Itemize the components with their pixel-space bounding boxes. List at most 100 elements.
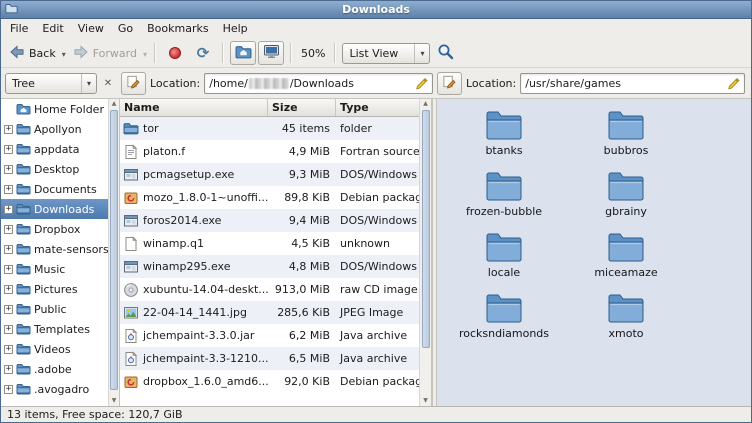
expander-icon[interactable]: + [4, 225, 13, 234]
game-folder-rocksndiamonds[interactable]: rocksndiamonds [443, 292, 565, 353]
file-row-foros2014-exe[interactable]: foros2014.exe9,4 MiBDOS/Windows ex [120, 209, 419, 232]
expander-icon[interactable]: + [4, 145, 13, 154]
sidebar-item-public[interactable]: +Public [1, 299, 108, 319]
folder-icon [607, 109, 645, 143]
file-row-winamp-q1[interactable]: winamp.q14,5 KiBunknown [120, 232, 419, 255]
scrollbar-thumb[interactable] [110, 110, 118, 390]
edit-location-right-button[interactable] [437, 72, 462, 95]
column-header-type[interactable]: Type [336, 99, 419, 116]
expander-icon[interactable]: + [4, 265, 13, 274]
forward-history-chevron-icon[interactable]: ▾ [143, 48, 147, 59]
sidebar-item-desktop[interactable]: +Desktop [1, 159, 108, 179]
stop-button[interactable] [162, 41, 188, 65]
sidebar-item-music[interactable]: +Music [1, 259, 108, 279]
pencil-icon[interactable] [415, 77, 428, 90]
sidebar-item-downloads[interactable]: +Downloads [1, 199, 108, 219]
close-sidebar-button[interactable]: ✕ [99, 74, 117, 92]
expander-icon[interactable]: + [4, 325, 13, 334]
folder-icon [16, 343, 31, 355]
file-row-22-04-14-1441-jpg[interactable]: 22-04-14_1441.jpg285,6 KiBJPEG Image [120, 301, 419, 324]
sidebar-item-adobe[interactable]: +.adobe [1, 359, 108, 379]
column-header-size[interactable]: Size [268, 99, 336, 116]
scrollbar-thumb[interactable] [422, 110, 430, 348]
search-button[interactable] [432, 41, 458, 65]
location-input-right[interactable]: /usr/share/games [520, 73, 745, 94]
sidebar-item-appdata[interactable]: +appdata [1, 139, 108, 159]
expander-icon[interactable]: + [4, 385, 13, 394]
back-history-chevron-icon[interactable]: ▾ [62, 48, 66, 59]
menu-view[interactable]: View [71, 19, 111, 39]
game-folder-bubbros[interactable]: bubbros [565, 109, 687, 170]
file-name: xubuntu-14.04-deskt... [143, 283, 268, 296]
sidebar-item-documents[interactable]: +Documents [1, 179, 108, 199]
game-folder-frozen-bubble[interactable]: frozen-bubble [443, 170, 565, 231]
game-folder-xmoto[interactable]: xmoto [565, 292, 687, 353]
game-folder-locale[interactable]: locale [443, 231, 565, 292]
expander-icon[interactable]: + [4, 185, 13, 194]
edit-location-left-button[interactable] [121, 72, 146, 95]
file-row-xubuntu-14-04-deskt[interactable]: xubuntu-14.04-deskt...913,0 MiBraw CD im… [120, 278, 419, 301]
scroll-up-icon[interactable]: ▲ [109, 99, 119, 109]
expander-icon[interactable]: + [4, 305, 13, 314]
file-row-platon-f[interactable]: platon.f4,9 MiBFortran source co [120, 140, 419, 163]
expander-icon[interactable]: + [4, 165, 13, 174]
column-header-name[interactable]: Name [120, 99, 268, 116]
menu-file[interactable]: File [3, 19, 35, 39]
reload-button[interactable]: ⟳ [190, 41, 216, 65]
view-mode-select[interactable]: List View ▾ [342, 43, 430, 64]
sidebar-mode-value: Tree [6, 77, 81, 90]
expander-icon[interactable]: + [4, 285, 13, 294]
file-row-mozo-1-8-0-1-unoffi[interactable]: mozo_1.8.0-1~unoffi...89,8 KiBDebian pac… [120, 186, 419, 209]
file-type: DOS/Windows ex [336, 260, 419, 273]
pencil-icon[interactable] [727, 77, 740, 90]
sidebar-item-mate-sensors[interactable]: +mate-sensors- [1, 239, 108, 259]
expander-icon[interactable]: + [4, 125, 13, 134]
file-row-pcmagsetup-exe[interactable]: pcmagsetup.exe9,3 MiBDOS/Windows ex [120, 163, 419, 186]
file-type: DOS/Windows ex [336, 214, 419, 227]
file-list-scrollbar[interactable]: ▲ ▼ [419, 99, 432, 406]
file-row-winamp295-exe[interactable]: winamp295.exe4,8 MiBDOS/Windows ex [120, 255, 419, 278]
folder-icon [485, 292, 523, 326]
game-folder-btanks[interactable]: btanks [443, 109, 565, 170]
sidebar-item-templates[interactable]: +Templates [1, 319, 108, 339]
game-folder-miceamaze[interactable]: miceamaze [565, 231, 687, 292]
menu-edit[interactable]: Edit [35, 19, 70, 39]
menu-help[interactable]: Help [216, 19, 255, 39]
jar-file-icon [123, 351, 139, 367]
sidebar-scrollbar[interactable]: ▲ ▼ [108, 99, 120, 406]
expander-icon[interactable]: + [4, 345, 13, 354]
file-row-jchempaint-3-3-1210[interactable]: jchempaint-3.3-1210...6,5 MiBJava archiv… [120, 347, 419, 370]
game-folder-gbrainy[interactable]: gbrainy [565, 170, 687, 231]
expander-icon[interactable]: + [4, 205, 13, 214]
expander-icon[interactable]: + [4, 365, 13, 374]
location-input-left[interactable]: /home//Downloads [204, 73, 433, 94]
scroll-up-icon[interactable]: ▲ [420, 99, 431, 109]
location-path: /usr/share/games [525, 77, 723, 90]
menu-go[interactable]: Go [111, 19, 140, 39]
scroll-down-icon[interactable]: ▼ [420, 396, 431, 406]
file-row-tor[interactable]: tor45 itemsfolder [120, 117, 419, 140]
sidebar-mode-select[interactable]: Tree ▾ [5, 73, 97, 94]
sidebar-item-home-folder[interactable]: Home Folder [1, 99, 108, 119]
main-area: Home Folder+Apollyon+appdata+Desktop+Doc… [1, 98, 751, 406]
home-button[interactable] [230, 41, 256, 65]
sidebar-item-pictures[interactable]: +Pictures [1, 279, 108, 299]
expander-icon[interactable]: + [4, 245, 13, 254]
file-row-jchempaint-3-3-0-jar[interactable]: jchempaint-3.3.0.jar6,2 MiBJava archive [120, 324, 419, 347]
scroll-down-icon[interactable]: ▼ [109, 396, 119, 406]
sidebar-item-videos[interactable]: +Videos [1, 339, 108, 359]
forward-button[interactable]: Forward [69, 42, 141, 65]
file-row-dropbox-1-6-0-amd6[interactable]: dropbox_1.6.0_amd6...92,0 KiBDebian pack… [120, 370, 419, 393]
file-type: Debian package [336, 375, 419, 388]
menu-bookmarks[interactable]: Bookmarks [140, 19, 215, 39]
folder-icon [16, 223, 31, 235]
sidebar-item-apollyon[interactable]: +Apollyon [1, 119, 108, 139]
titlebar[interactable]: Downloads [1, 1, 751, 19]
file-name: jchempaint-3.3-1210... [143, 352, 268, 365]
sidebar-item-dropbox[interactable]: +Dropbox [1, 219, 108, 239]
back-button[interactable]: Back [5, 42, 60, 65]
file-size: 4,8 MiB [268, 260, 336, 273]
sidebar-item-avogadro[interactable]: +.avogadro [1, 379, 108, 399]
computer-icon [263, 44, 280, 62]
computer-button[interactable] [258, 41, 284, 65]
